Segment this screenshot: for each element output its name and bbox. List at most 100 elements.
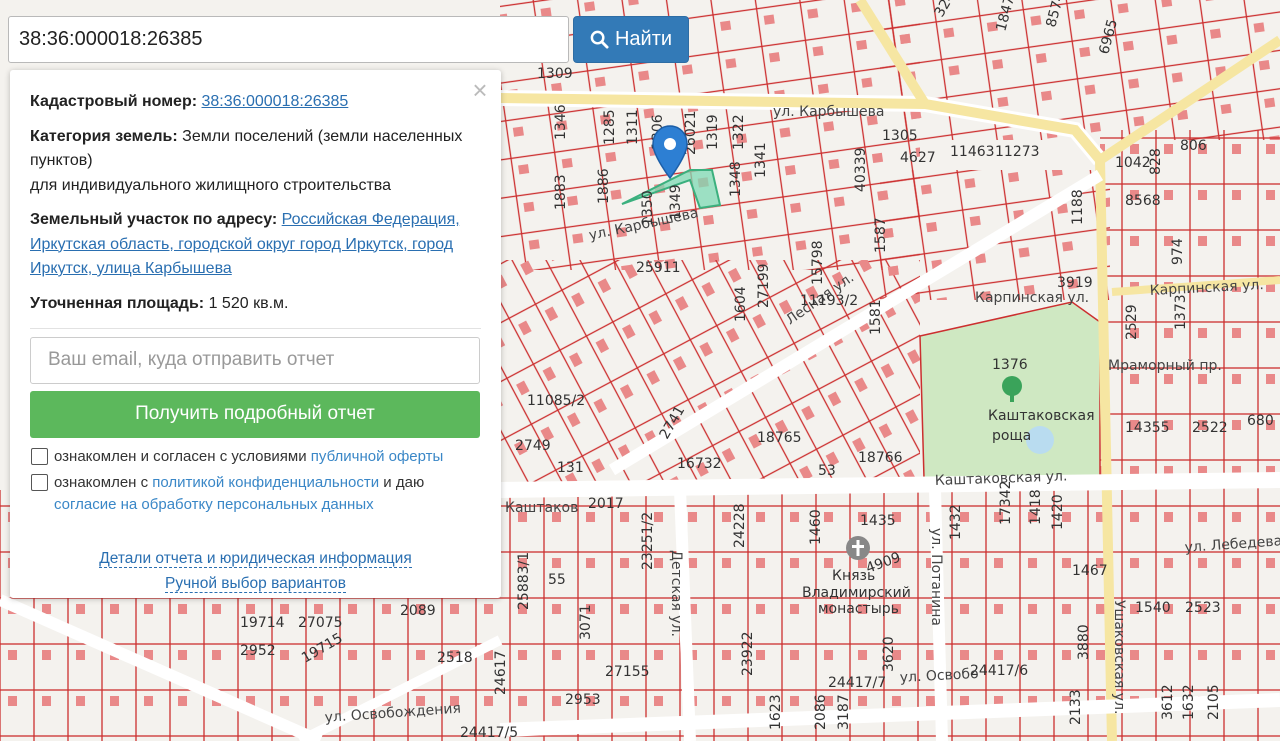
privacy-consent-row: ознакомлен с политикой конфиденциальност… xyxy=(30,472,481,516)
address-label: Земельный участок по адресу: xyxy=(30,211,278,228)
plot-number-label: 1376 xyxy=(992,357,1028,373)
plot-number-label: 1341 xyxy=(753,142,769,178)
address-row: Земельный участок по адресу: Российская … xyxy=(30,208,481,282)
plot-number-label: 1623 xyxy=(768,694,784,730)
plot-number-label: 1432 xyxy=(948,504,964,540)
land-category-row: Категория земель: Земли поселений (земли… xyxy=(30,125,481,199)
plot-number-label: 806 xyxy=(1180,138,1207,154)
plot-number-label: 2529 xyxy=(1124,304,1140,340)
plot-number-label: 1285 xyxy=(602,109,618,145)
cadastral-number-row: Кадастровый номер: 38:36:000018:26385 xyxy=(30,90,481,115)
street-label: Ушаковская ул. xyxy=(1111,600,1127,714)
plot-number-label: 3919 xyxy=(1057,275,1093,291)
plot-number-label: 25883/1 xyxy=(516,552,532,610)
plot-number-label: 11193/2 xyxy=(800,293,858,309)
plot-number-label: 24417/5 xyxy=(460,725,518,741)
plot-number-label: 1581 xyxy=(868,299,884,335)
plot-number-label: 1322 xyxy=(731,114,747,150)
plot-number-label: 24228 xyxy=(732,503,748,548)
plot-number-label: 1350 xyxy=(640,190,656,226)
area-row: Уточненная площадь: 1 520 кв.м. xyxy=(30,292,481,317)
plot-number-label: 27075 xyxy=(298,615,343,631)
monastery-label: Князь xyxy=(832,568,875,584)
street-label: ул. Карбышева xyxy=(773,104,884,120)
plot-number-label: 1311 xyxy=(625,109,641,145)
plot-number-label: 55 xyxy=(548,572,566,588)
plot-number-label: 17342 xyxy=(998,480,1014,525)
plot-number-label: 1305 xyxy=(882,128,918,144)
church-icon xyxy=(846,536,870,560)
street-label: Детская ул. xyxy=(668,550,684,637)
plot-number-label: 2089 xyxy=(400,603,436,619)
plot-number-label: 1632 xyxy=(1181,684,1197,720)
offer-text: ознакомлен и согласен с условиями xyxy=(54,448,311,465)
plot-info-panel: × Кадастровый номер: 38:36:000018:26385 … xyxy=(10,70,501,598)
plot-number-label: 4627 xyxy=(900,150,936,166)
street-label: Карпинская ул. xyxy=(975,290,1089,306)
plot-grid-area xyxy=(880,0,1280,140)
road xyxy=(499,472,1280,498)
plot-number-label: 24617 xyxy=(493,650,509,695)
monastery-label: Владимирский xyxy=(802,585,911,601)
search-button[interactable]: Найти xyxy=(573,16,689,63)
plot-number-label: 24417/7 xyxy=(828,675,886,691)
street-label: Каштаков xyxy=(505,500,578,516)
email-field[interactable]: Ваш email, куда отправить отчет xyxy=(30,337,480,384)
plot-number-label: 828 xyxy=(1148,148,1164,175)
privacy-policy-link[interactable]: политикой конфиденциальности xyxy=(152,474,379,491)
footer-links: Детали отчета и юридическая информация Р… xyxy=(30,546,481,596)
plot-number-label: 1587 xyxy=(873,217,889,253)
plot-number-label: 14355 xyxy=(1125,420,1170,436)
plot-number-label: 2522 xyxy=(1192,420,1228,436)
plot-number-label: 680 xyxy=(1247,413,1274,429)
plot-number-label: 1348 xyxy=(728,161,744,197)
plot-number-label: 1346 xyxy=(553,104,569,140)
offer-consent-row: ознакомлен и согласен с условиями публич… xyxy=(30,446,481,468)
plot-number-label: 2133 xyxy=(1068,689,1084,725)
privacy-text-b: и даю xyxy=(379,474,425,491)
personal-data-consent-link[interactable]: согласие на обработку персональных данны… xyxy=(54,496,374,513)
offer-consent-text: ознакомлен и согласен с условиями публич… xyxy=(54,446,443,468)
plot-number-label: 11273 xyxy=(995,144,1040,160)
plot-number-label: 1319 xyxy=(705,114,721,150)
close-icon[interactable]: × xyxy=(469,77,491,103)
get-report-button[interactable]: Получить подробный отчет xyxy=(30,391,480,438)
public-offer-link[interactable]: публичной оферты xyxy=(311,448,444,465)
plot-number-label: 25911 xyxy=(636,260,681,276)
area-value: 1 520 кв.м. xyxy=(208,294,289,312)
plot-number-label: 40339 xyxy=(853,147,869,192)
privacy-checkbox[interactable] xyxy=(31,474,48,491)
plot-number-label: 1373 xyxy=(1173,294,1189,330)
plot-number-label: 11463 xyxy=(950,144,995,160)
cadastral-number-link[interactable]: 38:36:000018:26385 xyxy=(202,93,349,110)
plot-number-label: 19714 xyxy=(240,615,285,631)
plot-number-label: 1460 xyxy=(808,509,824,545)
plot-number-label: 2086 xyxy=(813,694,829,730)
report-details-link[interactable]: Детали отчета и юридическая информация xyxy=(99,550,412,568)
plot-number-label: 18766 xyxy=(858,450,903,466)
plot-number-label: 24417/6 xyxy=(970,663,1028,679)
plot-number-label: 3620 xyxy=(881,636,897,672)
street-label: ул. Потанина xyxy=(928,528,944,626)
search-button-label: Найти xyxy=(614,28,673,50)
plot-number-label: 1309 xyxy=(537,66,573,82)
search-input[interactable]: 38:36:000018:26385 xyxy=(8,16,569,63)
privacy-consent-text: ознакомлен с политикой конфиденциальност… xyxy=(54,472,424,516)
plot-number-label: 1042 xyxy=(1115,155,1151,171)
plot-number-label: 1883 xyxy=(553,174,569,210)
offer-checkbox[interactable] xyxy=(31,448,48,465)
manual-selection-link[interactable]: Ручной выбор вариантов xyxy=(164,575,347,593)
plot-number-label: 1467 xyxy=(1072,563,1108,579)
plot-number-label: 2518 xyxy=(437,650,473,666)
park-label: Каштаковская xyxy=(988,408,1095,424)
plot-number-label: 1435 xyxy=(860,513,896,529)
area-label: Уточненная площадь: xyxy=(30,294,205,312)
plot-number-label: 2749 xyxy=(515,438,551,454)
plot-number-label: 2952 xyxy=(240,643,276,659)
plot-number-label: 8568 xyxy=(1125,193,1161,209)
plot-number-label: 53 xyxy=(818,463,836,479)
plot-number-label: 1349 xyxy=(668,184,684,220)
plot-number-label: 2105 xyxy=(1206,684,1222,720)
plot-number-label: 3880 xyxy=(1076,624,1092,660)
plot-number-label: 15798 xyxy=(810,240,826,285)
